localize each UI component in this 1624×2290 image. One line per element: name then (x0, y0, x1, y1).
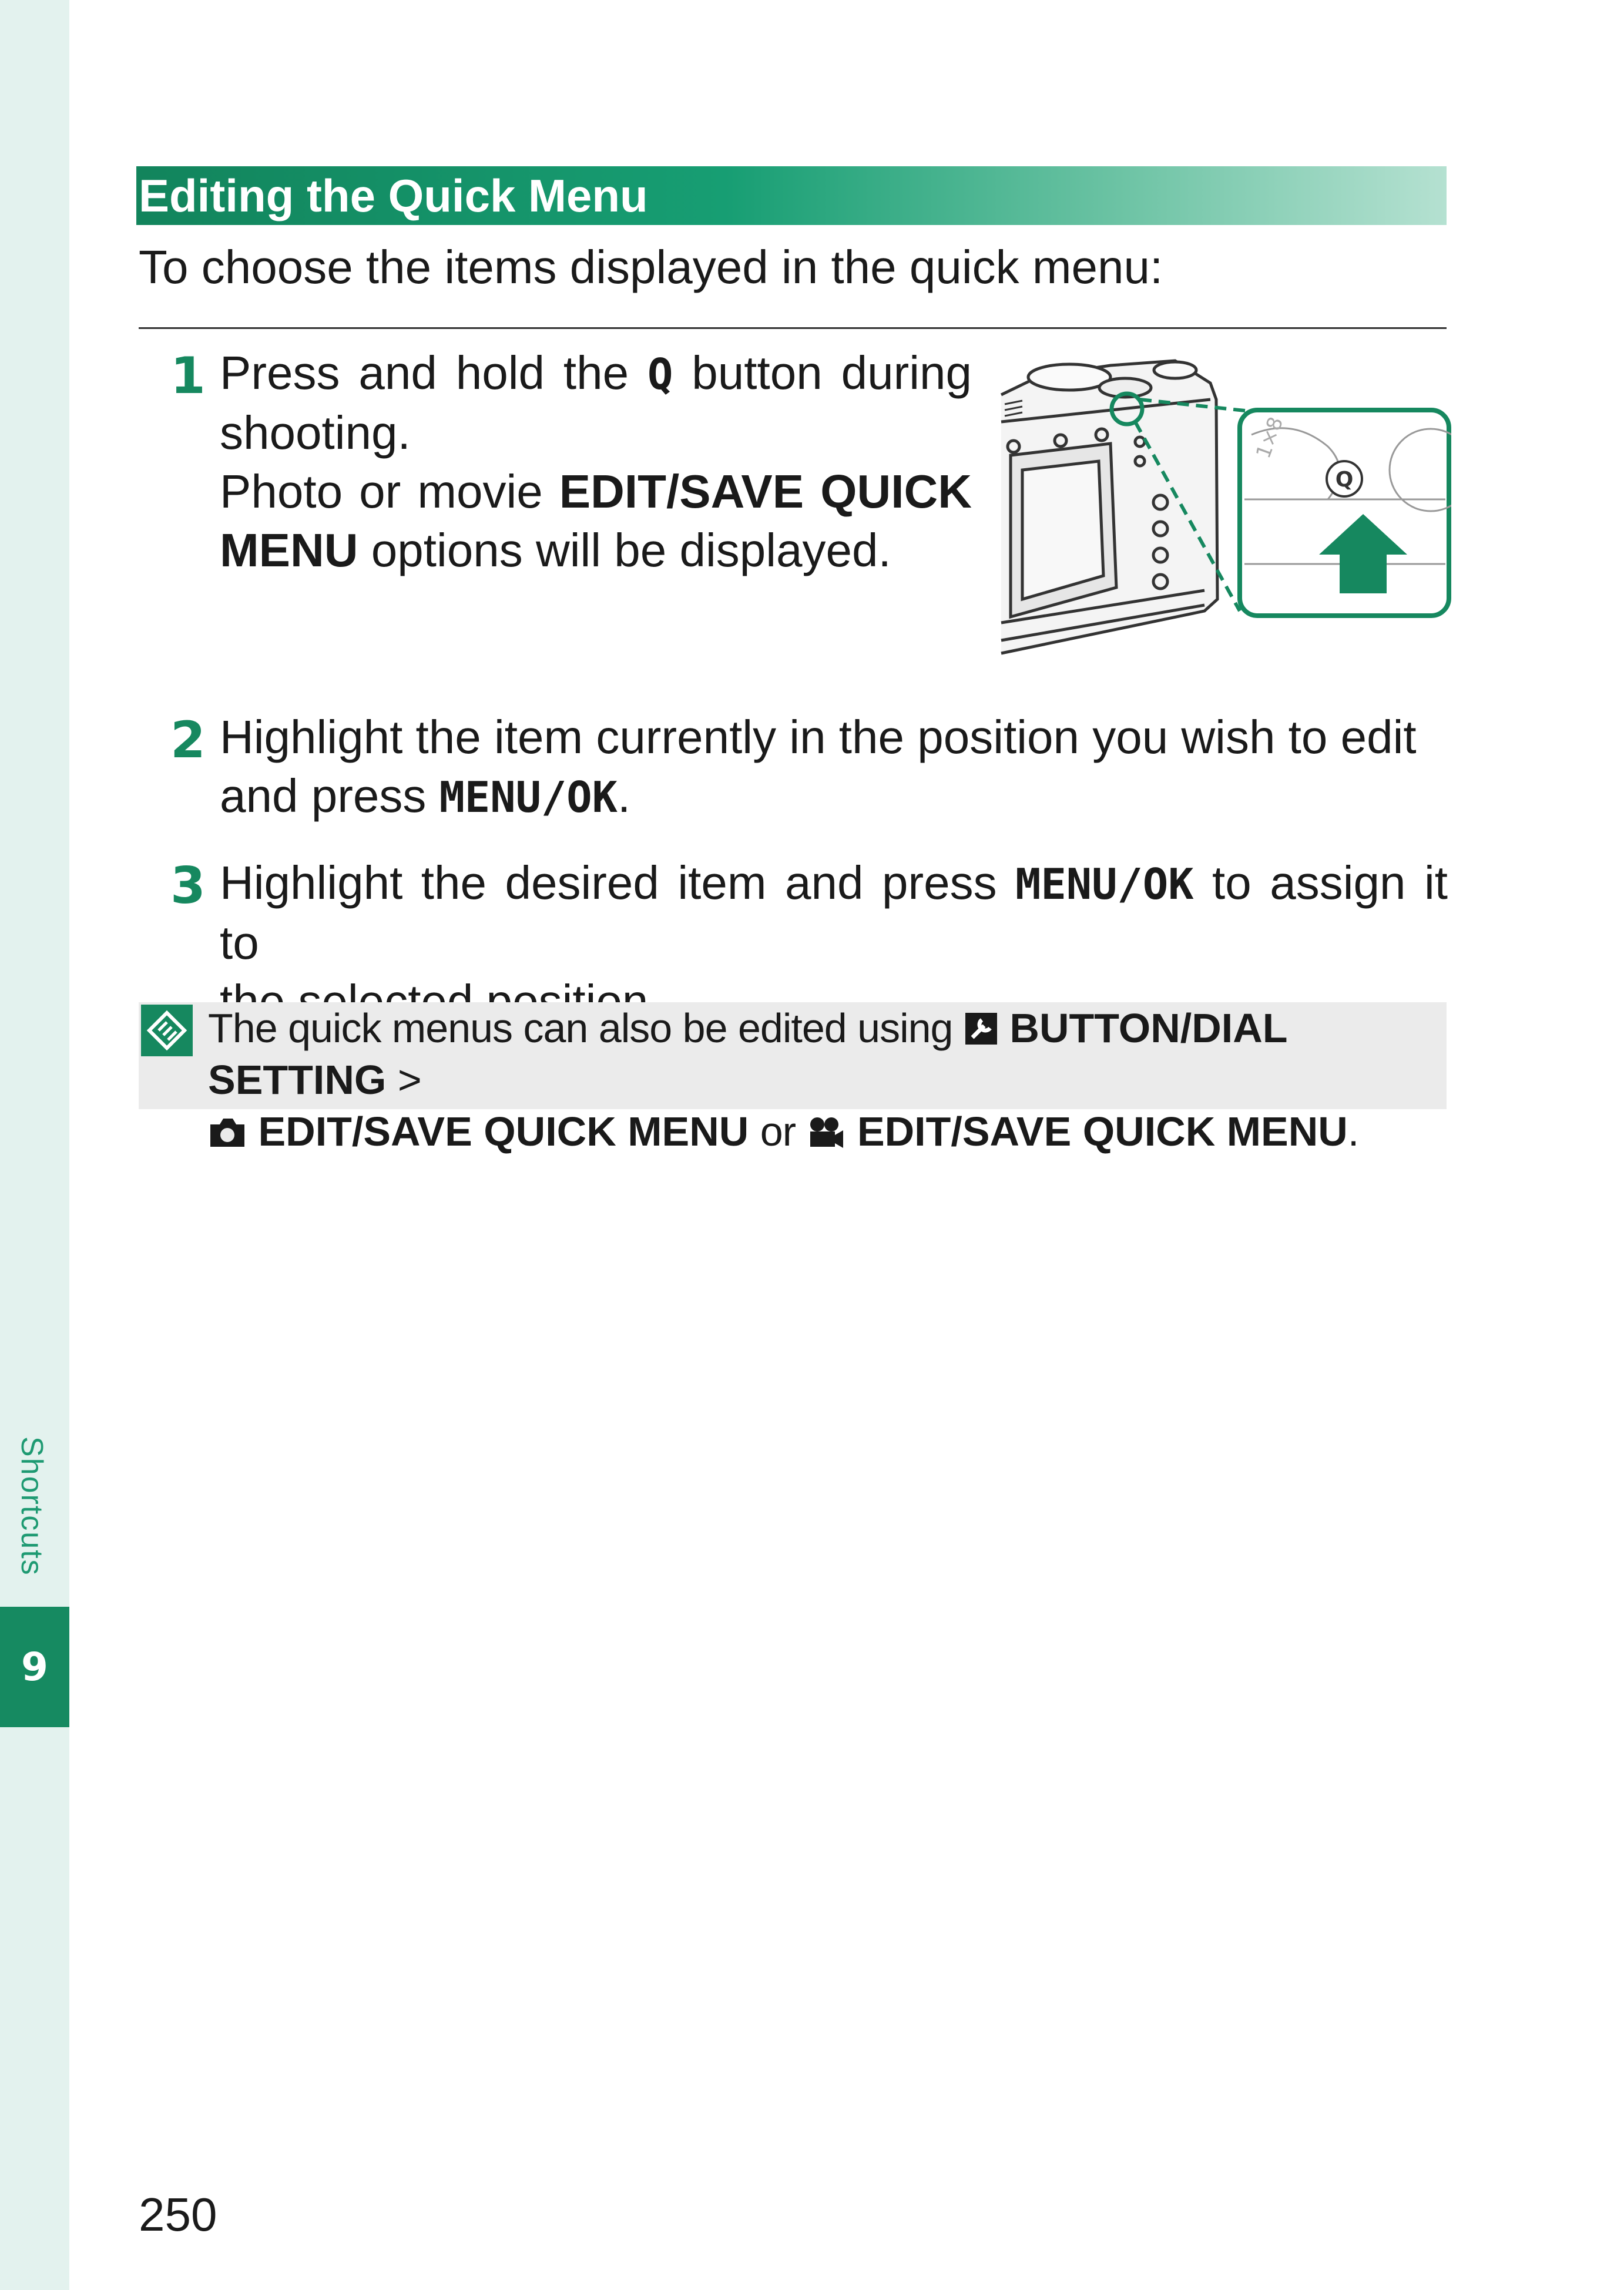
step-1-text-d: options will be displayed. (371, 524, 891, 576)
note-pencil-icon (141, 1005, 193, 1056)
step-2-text-b: . (618, 770, 631, 822)
intro-text: To choose the items displayed in the qui… (139, 241, 1163, 293)
step-1-line-1: Press and hold the Q button during (220, 344, 972, 404)
step-3-text-a: Highlight the desired item and press (220, 857, 997, 909)
divider (139, 327, 1447, 329)
step-number-2: 2 (170, 711, 206, 770)
section-heading: Editing the Quick Menu (136, 166, 1447, 225)
note-text-a: The quick menus can also be edited using (208, 1005, 953, 1051)
page-number: 250 (139, 2188, 217, 2241)
movie-menu-name: EDIT/SAVE QUICK MENU (857, 1109, 1348, 1154)
q-button-label: Q (1336, 468, 1354, 492)
chapter-tab: 9 (0, 1607, 69, 1727)
wrench-icon (965, 1013, 997, 1045)
step-1-line-2: shooting. (220, 407, 411, 459)
step-1-text-b: button during (692, 347, 972, 399)
step-1-line-3: Photo or movie EDIT/SAVE QUICK (220, 462, 972, 521)
menu-ok-key: MENU/OK (1015, 859, 1194, 909)
menu-name-part-1: EDIT/SAVE QUICK (559, 465, 972, 518)
menu-name-part-2: MENU (220, 524, 358, 576)
step-number-3: 3 (170, 857, 206, 915)
camera-icon (210, 1119, 244, 1147)
note-line-1: The quick menus can also be edited using… (208, 1002, 1442, 1106)
step-2-text-a: and press (220, 770, 427, 822)
step-1-text: Press and hold the Q button during shoot… (220, 344, 972, 580)
step-2-line-1: Highlight the item currently in the posi… (220, 711, 1417, 763)
note-or: or (760, 1109, 796, 1154)
note-text: The quick menus can also be edited using… (208, 1002, 1442, 1157)
note-separator: > (397, 1057, 422, 1103)
note-line-2: EDIT/SAVE QUICK MENU or EDIT/SAVE QUICK … (208, 1106, 1442, 1157)
note-period: . (1347, 1109, 1359, 1154)
step-2-line-2: and press MENU/OK. (220, 767, 1448, 827)
step-number-1: 1 (170, 347, 206, 405)
side-strip (0, 0, 69, 2290)
q-button-key: Q (647, 350, 673, 399)
step-2-text: Highlight the item currently in the posi… (220, 708, 1448, 827)
step-1-line-4: MENU options will be displayed. (220, 521, 972, 580)
step-3-line-1: Highlight the desired item and press MEN… (220, 854, 1448, 972)
still-menu-name: EDIT/SAVE QUICK MENU (258, 1109, 749, 1154)
movie-camera-icon (810, 1117, 844, 1148)
camera-illustration: 1×8 Q (1000, 359, 1451, 655)
note-box: The quick menus can also be edited using… (139, 1002, 1447, 1154)
step-1-text-a: Press and hold the (220, 347, 629, 399)
chapter-label-text: Shortcuts (15, 1436, 49, 1576)
step-1-text-c: Photo or movie (220, 465, 543, 518)
menu-ok-key: MENU/OK (439, 773, 618, 822)
